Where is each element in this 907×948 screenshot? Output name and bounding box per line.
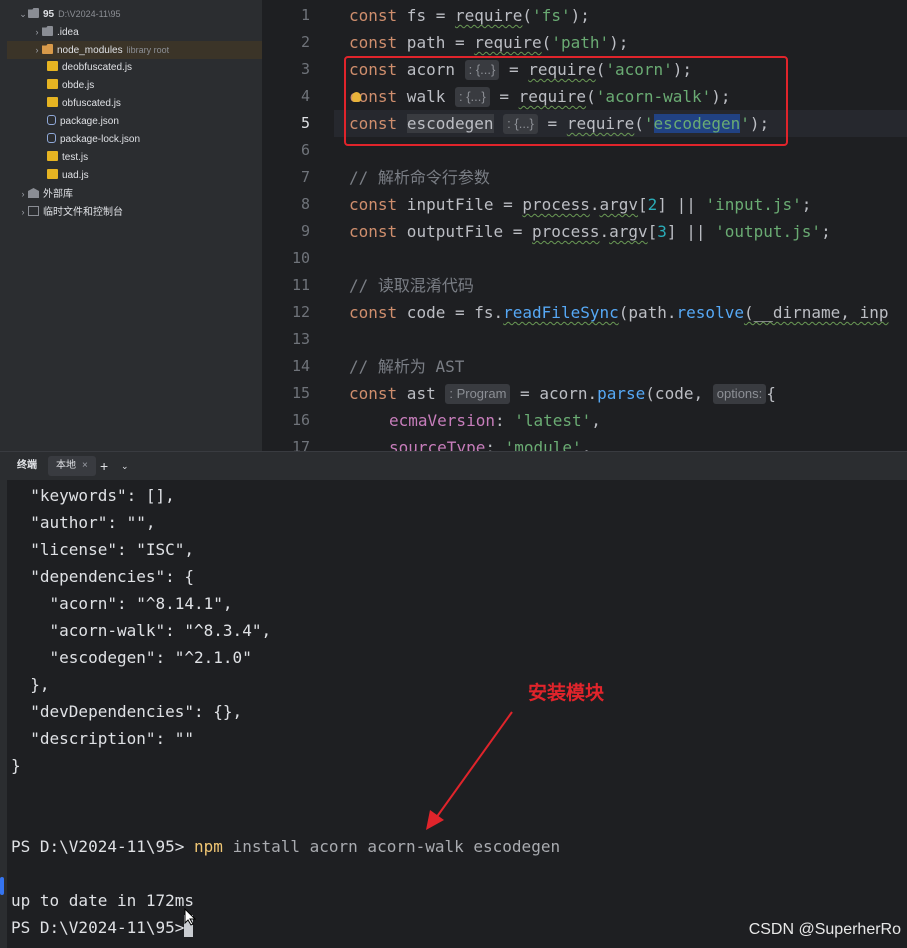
line-number: 8 xyxy=(300,195,310,213)
line-number: 16 xyxy=(291,411,310,429)
code-line-9: const outputFile = process.argv[3] || 'o… xyxy=(349,222,831,241)
chevron-right-icon[interactable]: › xyxy=(18,203,28,221)
root-path: D:\V2024-11\95 xyxy=(58,9,121,19)
chevron-down-icon[interactable]: ⌄ xyxy=(121,452,129,480)
root-name: 95 xyxy=(43,9,55,20)
line-gutter: 1 2 3 4 5 6 7 8 9 10 11 12 13 14 15 16 1… xyxy=(262,0,334,451)
type-hint: : {...} xyxy=(503,114,538,134)
line-number: 2 xyxy=(300,33,310,51)
js-file-icon xyxy=(47,79,58,89)
type-hint: : {...} xyxy=(454,87,490,107)
line-number: 5 xyxy=(300,114,310,132)
folder-icon xyxy=(28,8,39,18)
chevron-right-icon[interactable]: › xyxy=(18,185,28,203)
tree-item-file[interactable]: obfuscated.js xyxy=(47,95,121,113)
new-tab-button[interactable]: + xyxy=(100,452,108,480)
folder-icon xyxy=(42,44,53,54)
line-number: 13 xyxy=(291,330,310,348)
terminal-line: }, xyxy=(11,675,50,694)
terminal-line: "author": "", xyxy=(11,513,156,532)
code-line-14: // 解析为 AST xyxy=(349,357,465,376)
tree-item-file[interactable]: test.js xyxy=(47,149,88,167)
code-line-8: const inputFile = process.argv[2] || 'in… xyxy=(349,195,812,214)
tree-item-node-modules[interactable]: › node_modules library root xyxy=(7,41,262,59)
chevron-right-icon[interactable]: › xyxy=(32,41,42,59)
terminal-result-line: up to date in 172ms xyxy=(11,891,195,910)
terminal-line: "acorn": "^8.14.1", xyxy=(11,594,233,613)
line-number: 11 xyxy=(291,276,310,294)
code-line-16: ecmaVersion: 'latest', xyxy=(389,411,601,430)
tree-item-file[interactable]: uad.js xyxy=(47,167,89,185)
tab-local[interactable]: 本地 × xyxy=(48,456,96,476)
terminal-line: "description": "" xyxy=(11,729,195,748)
code-line-1: const fs = require('fs'); xyxy=(349,6,590,25)
tree-item-file[interactable]: package-lock.json xyxy=(47,131,140,149)
line-number: 7 xyxy=(300,168,310,186)
terminal-prompt-line[interactable]: PS D:\V2024-11\95> xyxy=(11,914,194,941)
tree-item-idea[interactable]: › .idea xyxy=(32,23,79,41)
line-number: 3 xyxy=(300,60,310,78)
terminal-line: "acorn-walk": "^8.3.4", xyxy=(11,621,272,640)
js-file-icon xyxy=(47,61,58,71)
code-line-2: const path = require('path'); xyxy=(349,33,629,52)
terminal-line: "keywords": [], xyxy=(11,486,175,505)
terminal-line: "escodegen": "^2.1.0" xyxy=(11,648,252,667)
annotation-label: 安装模块 xyxy=(528,683,605,704)
chevron-down-icon[interactable]: ⌄ xyxy=(18,5,28,23)
code-line-7: // 解析命令行参数 xyxy=(349,168,490,187)
terminal-line: "dependencies": { xyxy=(11,567,195,586)
tree-item-file[interactable]: obde.js xyxy=(47,77,94,95)
terminal-output[interactable]: "keywords": [], "author": "", "license":… xyxy=(7,480,907,948)
parameter-hint: options: xyxy=(712,384,767,404)
json-file-icon xyxy=(47,115,56,125)
project-tree: ⌄ 95 D:\V2024-11\95 › .idea › node_modules li… xyxy=(0,0,262,451)
line-number: 17 xyxy=(291,438,310,451)
line-number: 1 xyxy=(300,6,310,24)
lightbulb-icon[interactable] xyxy=(352,92,361,102)
tree-item-file[interactable]: package.json xyxy=(47,113,119,131)
tree-external-libraries[interactable]: › 外部库 xyxy=(18,185,73,203)
line-number: 9 xyxy=(300,222,310,240)
terminal-line: "license": "ISC", xyxy=(11,540,195,559)
code-line-5: const escodegen : {...} = require('escod… xyxy=(349,114,770,134)
code-line-11: // 读取混淆代码 xyxy=(349,276,474,295)
line-number: 15 xyxy=(291,384,310,402)
folder-icon xyxy=(42,26,53,36)
code-editor[interactable]: 1 2 3 4 5 6 7 8 9 10 11 12 13 14 15 16 1… xyxy=(262,0,907,451)
code-line-3: const acorn : {...} = require('acorn'); xyxy=(349,60,693,80)
library-icon xyxy=(28,188,39,198)
terminal-line: } xyxy=(11,756,21,775)
json-file-icon xyxy=(47,133,56,143)
code-line-17: sourceType: 'module', xyxy=(389,438,592,451)
line-number: 4 xyxy=(300,87,310,105)
terminal-tab-bar: 终端 本地 × + ⌄ xyxy=(0,452,907,480)
terminal-title: 终端 xyxy=(17,460,37,471)
tree-item-file[interactable]: deobfuscated.js xyxy=(47,59,132,77)
terminal-command-line: PS D:\V2024-11\95> npm install acorn aco… xyxy=(11,837,561,856)
line-number: 6 xyxy=(300,141,310,159)
watermark: CSDN @SuperherRo xyxy=(748,921,901,938)
js-file-icon xyxy=(47,169,58,179)
terminal-line: "devDependencies": {}, xyxy=(11,702,243,721)
chevron-right-icon[interactable]: › xyxy=(32,23,42,41)
line-number: 14 xyxy=(291,357,310,375)
code-line-4: const walk : {...} = require('acorn-walk… xyxy=(349,87,731,107)
type-hint: : Program xyxy=(445,384,511,404)
line-number: 10 xyxy=(291,249,310,267)
tree-scratches[interactable]: › 临时文件和控制台 xyxy=(18,203,123,221)
line-number: 12 xyxy=(291,303,310,321)
close-icon[interactable]: × xyxy=(82,460,88,471)
code-line-15: const ast : Program = acorn.parse(code, … xyxy=(349,384,776,404)
active-marker xyxy=(0,877,4,895)
scratch-icon xyxy=(28,206,39,216)
mouse-cursor-icon xyxy=(184,908,196,926)
type-hint: : {...} xyxy=(464,60,500,80)
tree-root[interactable]: ⌄ 95 D:\V2024-11\95 xyxy=(18,5,121,23)
code-line-12: const code = fs.readFileSync(path.resolv… xyxy=(349,303,889,322)
js-file-icon xyxy=(47,97,58,107)
js-file-icon xyxy=(47,151,58,161)
